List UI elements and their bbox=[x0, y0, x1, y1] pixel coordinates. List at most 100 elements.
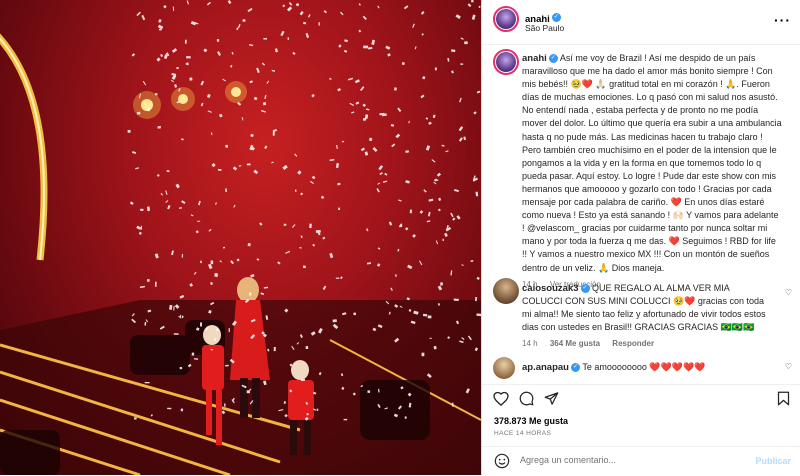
confetti-piece bbox=[230, 64, 233, 68]
confetti-piece bbox=[421, 352, 425, 357]
add-comment-bar: Publicar bbox=[482, 446, 800, 476]
confetti-piece bbox=[241, 117, 244, 121]
confetti-piece bbox=[437, 285, 443, 291]
more-options-icon[interactable]: ··· bbox=[774, 12, 791, 28]
confetti-piece bbox=[367, 390, 371, 393]
confetti-piece bbox=[429, 337, 432, 339]
confetti-piece bbox=[451, 70, 454, 74]
confetti-piece bbox=[463, 136, 466, 141]
comment-likes[interactable]: 364 Me gusta bbox=[550, 339, 600, 348]
confetti-piece bbox=[277, 261, 281, 265]
like-comment-icon[interactable]: ♡ bbox=[785, 288, 792, 297]
confetti-piece bbox=[165, 190, 168, 195]
confetti-piece bbox=[199, 322, 203, 327]
confetti-piece bbox=[140, 208, 144, 211]
confetti-piece bbox=[287, 37, 289, 40]
confetti-piece bbox=[428, 121, 432, 125]
comment-username[interactable]: ap.anapau bbox=[522, 362, 569, 373]
confetti-piece bbox=[435, 240, 439, 245]
confetti-piece bbox=[427, 211, 431, 217]
share-paper-plane-icon[interactable] bbox=[544, 391, 559, 406]
confetti-piece bbox=[219, 113, 223, 118]
like-comment-icon[interactable]: ♡ bbox=[785, 362, 792, 371]
confetti-piece bbox=[167, 407, 172, 410]
confetti-piece bbox=[467, 3, 472, 8]
post-timestamp[interactable]: HACE 14 HORAS bbox=[494, 430, 551, 437]
commenter-avatar[interactable] bbox=[493, 278, 519, 304]
post-photo[interactable] bbox=[0, 0, 481, 475]
confetti-piece bbox=[401, 62, 405, 66]
confetti-piece bbox=[438, 208, 441, 212]
confetti-piece bbox=[253, 96, 258, 101]
confetti-piece bbox=[456, 215, 461, 220]
confetti-piece bbox=[476, 90, 481, 94]
post-location[interactable]: São Paulo bbox=[525, 23, 564, 33]
confetti-piece bbox=[420, 11, 425, 15]
commenter-avatar[interactable] bbox=[493, 357, 515, 379]
confetti-piece bbox=[337, 182, 341, 186]
confetti-piece bbox=[338, 44, 342, 48]
confetti-piece bbox=[447, 57, 450, 62]
comment-username[interactable]: caiosouzak3 bbox=[522, 283, 579, 294]
comment-bubble-icon[interactable] bbox=[519, 391, 534, 406]
confetti-piece bbox=[378, 165, 384, 171]
confetti-piece bbox=[191, 352, 195, 356]
post-header: anahi ✓ São Paulo ··· bbox=[482, 0, 800, 45]
confetti-piece bbox=[311, 93, 315, 98]
confetti-piece bbox=[377, 182, 381, 185]
caption-avatar[interactable] bbox=[493, 49, 519, 75]
confetti-piece bbox=[450, 212, 454, 218]
author-avatar[interactable] bbox=[493, 6, 519, 32]
confetti-piece bbox=[397, 248, 400, 252]
confetti-piece bbox=[230, 260, 235, 265]
comment-input[interactable] bbox=[518, 454, 742, 466]
confetti-piece bbox=[358, 29, 362, 33]
confetti-piece bbox=[193, 271, 197, 275]
confetti-piece bbox=[131, 151, 137, 154]
confetti-piece bbox=[405, 150, 409, 153]
confetti-piece bbox=[425, 117, 429, 120]
confetti-piece bbox=[312, 243, 316, 247]
verified-badge-icon: ✓ bbox=[571, 363, 580, 373]
confetti-piece bbox=[407, 264, 413, 270]
confetti-piece bbox=[266, 80, 270, 84]
confetti-piece bbox=[387, 53, 391, 57]
confetti-piece bbox=[376, 263, 381, 267]
confetti-piece bbox=[385, 45, 391, 50]
publish-button[interactable]: Publicar bbox=[755, 456, 791, 466]
confetti-piece bbox=[362, 15, 367, 20]
confetti-piece bbox=[458, 126, 464, 132]
reply-button[interactable]: Responder bbox=[612, 339, 654, 348]
confetti-piece bbox=[442, 238, 444, 242]
caption-username[interactable]: anahi bbox=[522, 53, 547, 64]
confetti-piece bbox=[160, 192, 164, 196]
confetti-piece bbox=[464, 41, 468, 45]
confetti-piece bbox=[282, 164, 288, 170]
comment-time[interactable]: 14 h bbox=[522, 339, 538, 348]
confetti-piece bbox=[320, 195, 325, 199]
confetti-piece bbox=[369, 137, 373, 141]
emoji-icon[interactable] bbox=[494, 453, 510, 469]
confetti-piece bbox=[178, 207, 183, 210]
save-bookmark-icon[interactable] bbox=[777, 391, 790, 406]
confetti-piece bbox=[318, 22, 320, 26]
confetti-piece bbox=[460, 37, 464, 40]
confetti-piece bbox=[225, 144, 228, 148]
confetti-piece bbox=[208, 228, 212, 232]
confetti-piece bbox=[421, 33, 424, 36]
confetti-piece bbox=[146, 278, 150, 282]
like-heart-icon[interactable] bbox=[493, 391, 509, 406]
confetti-piece bbox=[340, 276, 343, 280]
confetti-piece bbox=[433, 178, 438, 182]
confetti-piece bbox=[426, 220, 431, 223]
likes-count[interactable]: 378.873 Me gusta bbox=[494, 416, 568, 426]
confetti-piece bbox=[470, 260, 474, 262]
confetti-piece bbox=[246, 163, 251, 166]
confetti-piece bbox=[338, 207, 341, 210]
confetti-piece bbox=[147, 206, 150, 212]
confetti-piece bbox=[305, 346, 309, 350]
confetti-piece bbox=[171, 250, 174, 256]
confetti-piece bbox=[433, 181, 437, 185]
confetti-piece bbox=[261, 110, 266, 113]
confetti-piece bbox=[444, 232, 448, 238]
